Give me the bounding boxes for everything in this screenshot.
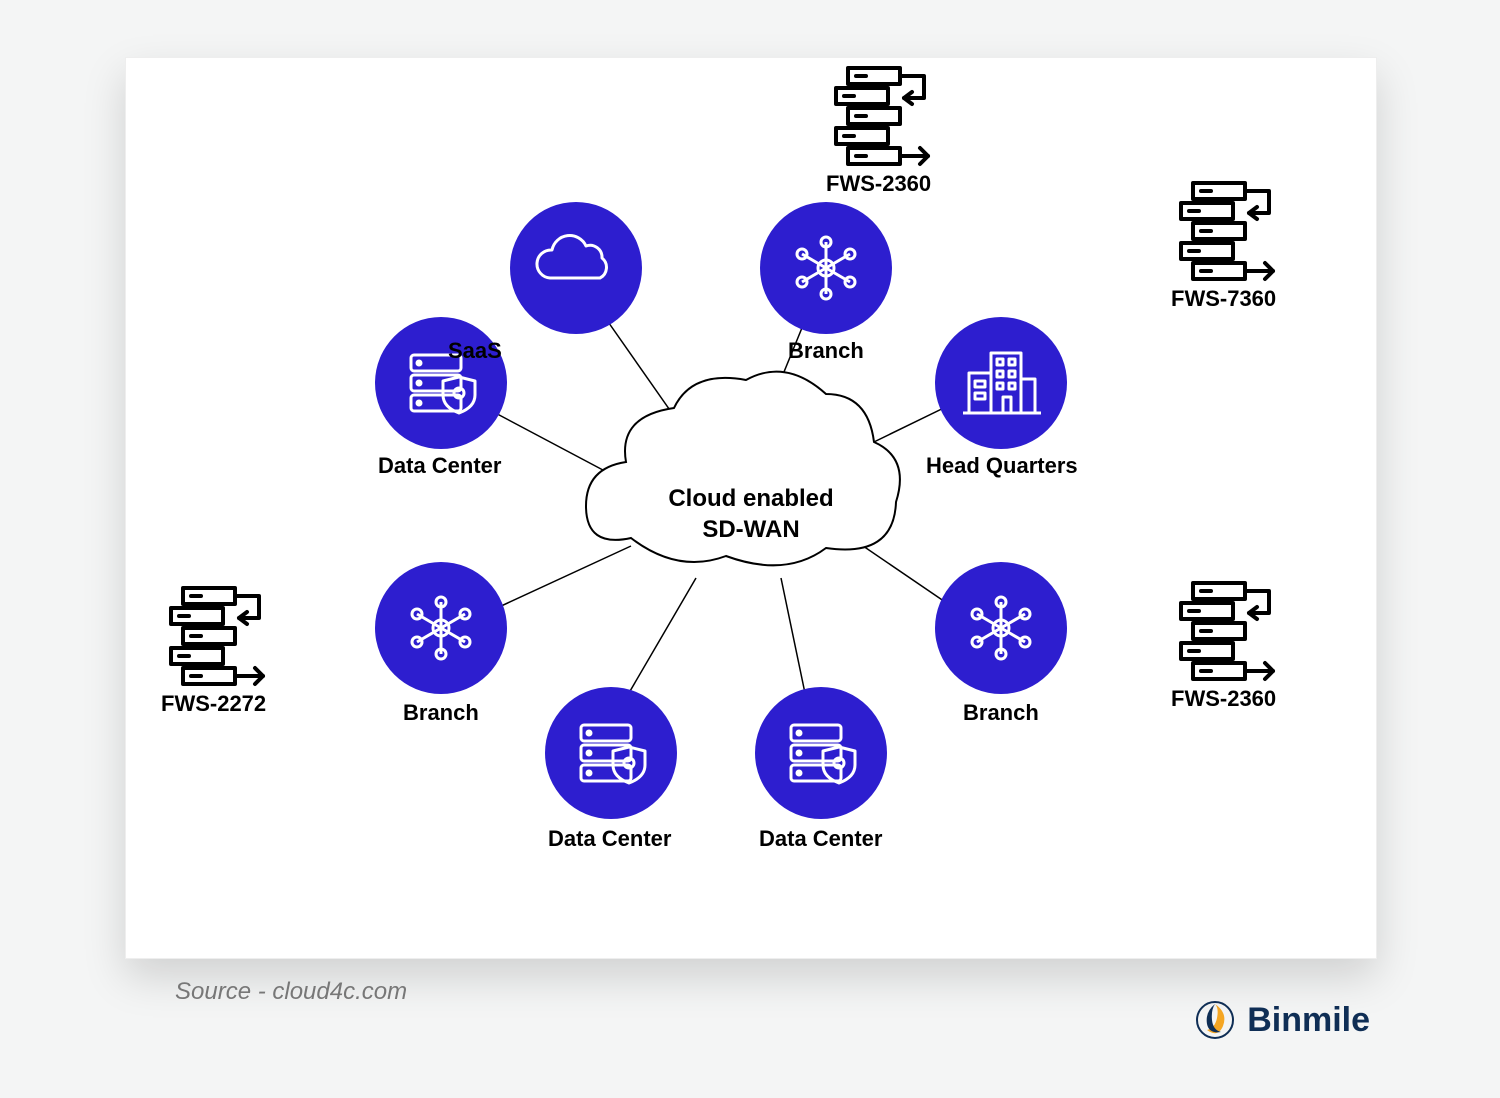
node-saas <box>510 202 642 334</box>
label-branch-right: Branch <box>963 700 1039 726</box>
label-fws-right1: FWS-7360 <box>1171 286 1276 312</box>
label-fws-left: FWS-2272 <box>161 691 266 717</box>
node-branch-top <box>760 202 892 334</box>
diagram-card: Cloud enabled SD-WAN SaaS Branch Head Qu… <box>125 57 1377 959</box>
node-hq <box>935 317 1067 449</box>
label-fws-top: FWS-2360 <box>826 171 931 197</box>
label-saas: SaaS <box>448 338 502 364</box>
server-stack-icon <box>1181 583 1273 679</box>
label-dc-left-bot: Data Center <box>548 826 671 852</box>
server-stack-icon <box>1181 183 1273 279</box>
server-stack-icon <box>836 68 928 164</box>
diagram-svg <box>126 58 1376 958</box>
node-dc-right-bottom <box>755 687 887 819</box>
fws-top <box>836 68 928 164</box>
source-attribution: Source - cloud4c.com <box>175 978 407 1006</box>
brand-name: Binmile <box>1247 1001 1370 1040</box>
brand: Binmile <box>1195 1000 1370 1040</box>
label-fws-right2: FWS-2360 <box>1171 686 1276 712</box>
node-dc-left-bottom <box>545 687 677 819</box>
server-stack-icon <box>171 588 263 684</box>
node-branch-left <box>375 562 507 694</box>
label-branch-top: Branch <box>788 338 864 364</box>
label-branch-left: Branch <box>403 700 479 726</box>
label-dc-left: Data Center <box>378 453 501 479</box>
fws-right2 <box>1181 583 1273 679</box>
node-dc-left <box>375 317 507 449</box>
fws-left <box>171 588 263 684</box>
fws-right1 <box>1181 183 1273 279</box>
label-hq: Head Quarters <box>926 453 1078 479</box>
label-dc-right-bot: Data Center <box>759 826 882 852</box>
cloud-center <box>586 372 900 566</box>
node-branch-right <box>935 562 1067 694</box>
brand-logo-icon <box>1195 1000 1235 1040</box>
